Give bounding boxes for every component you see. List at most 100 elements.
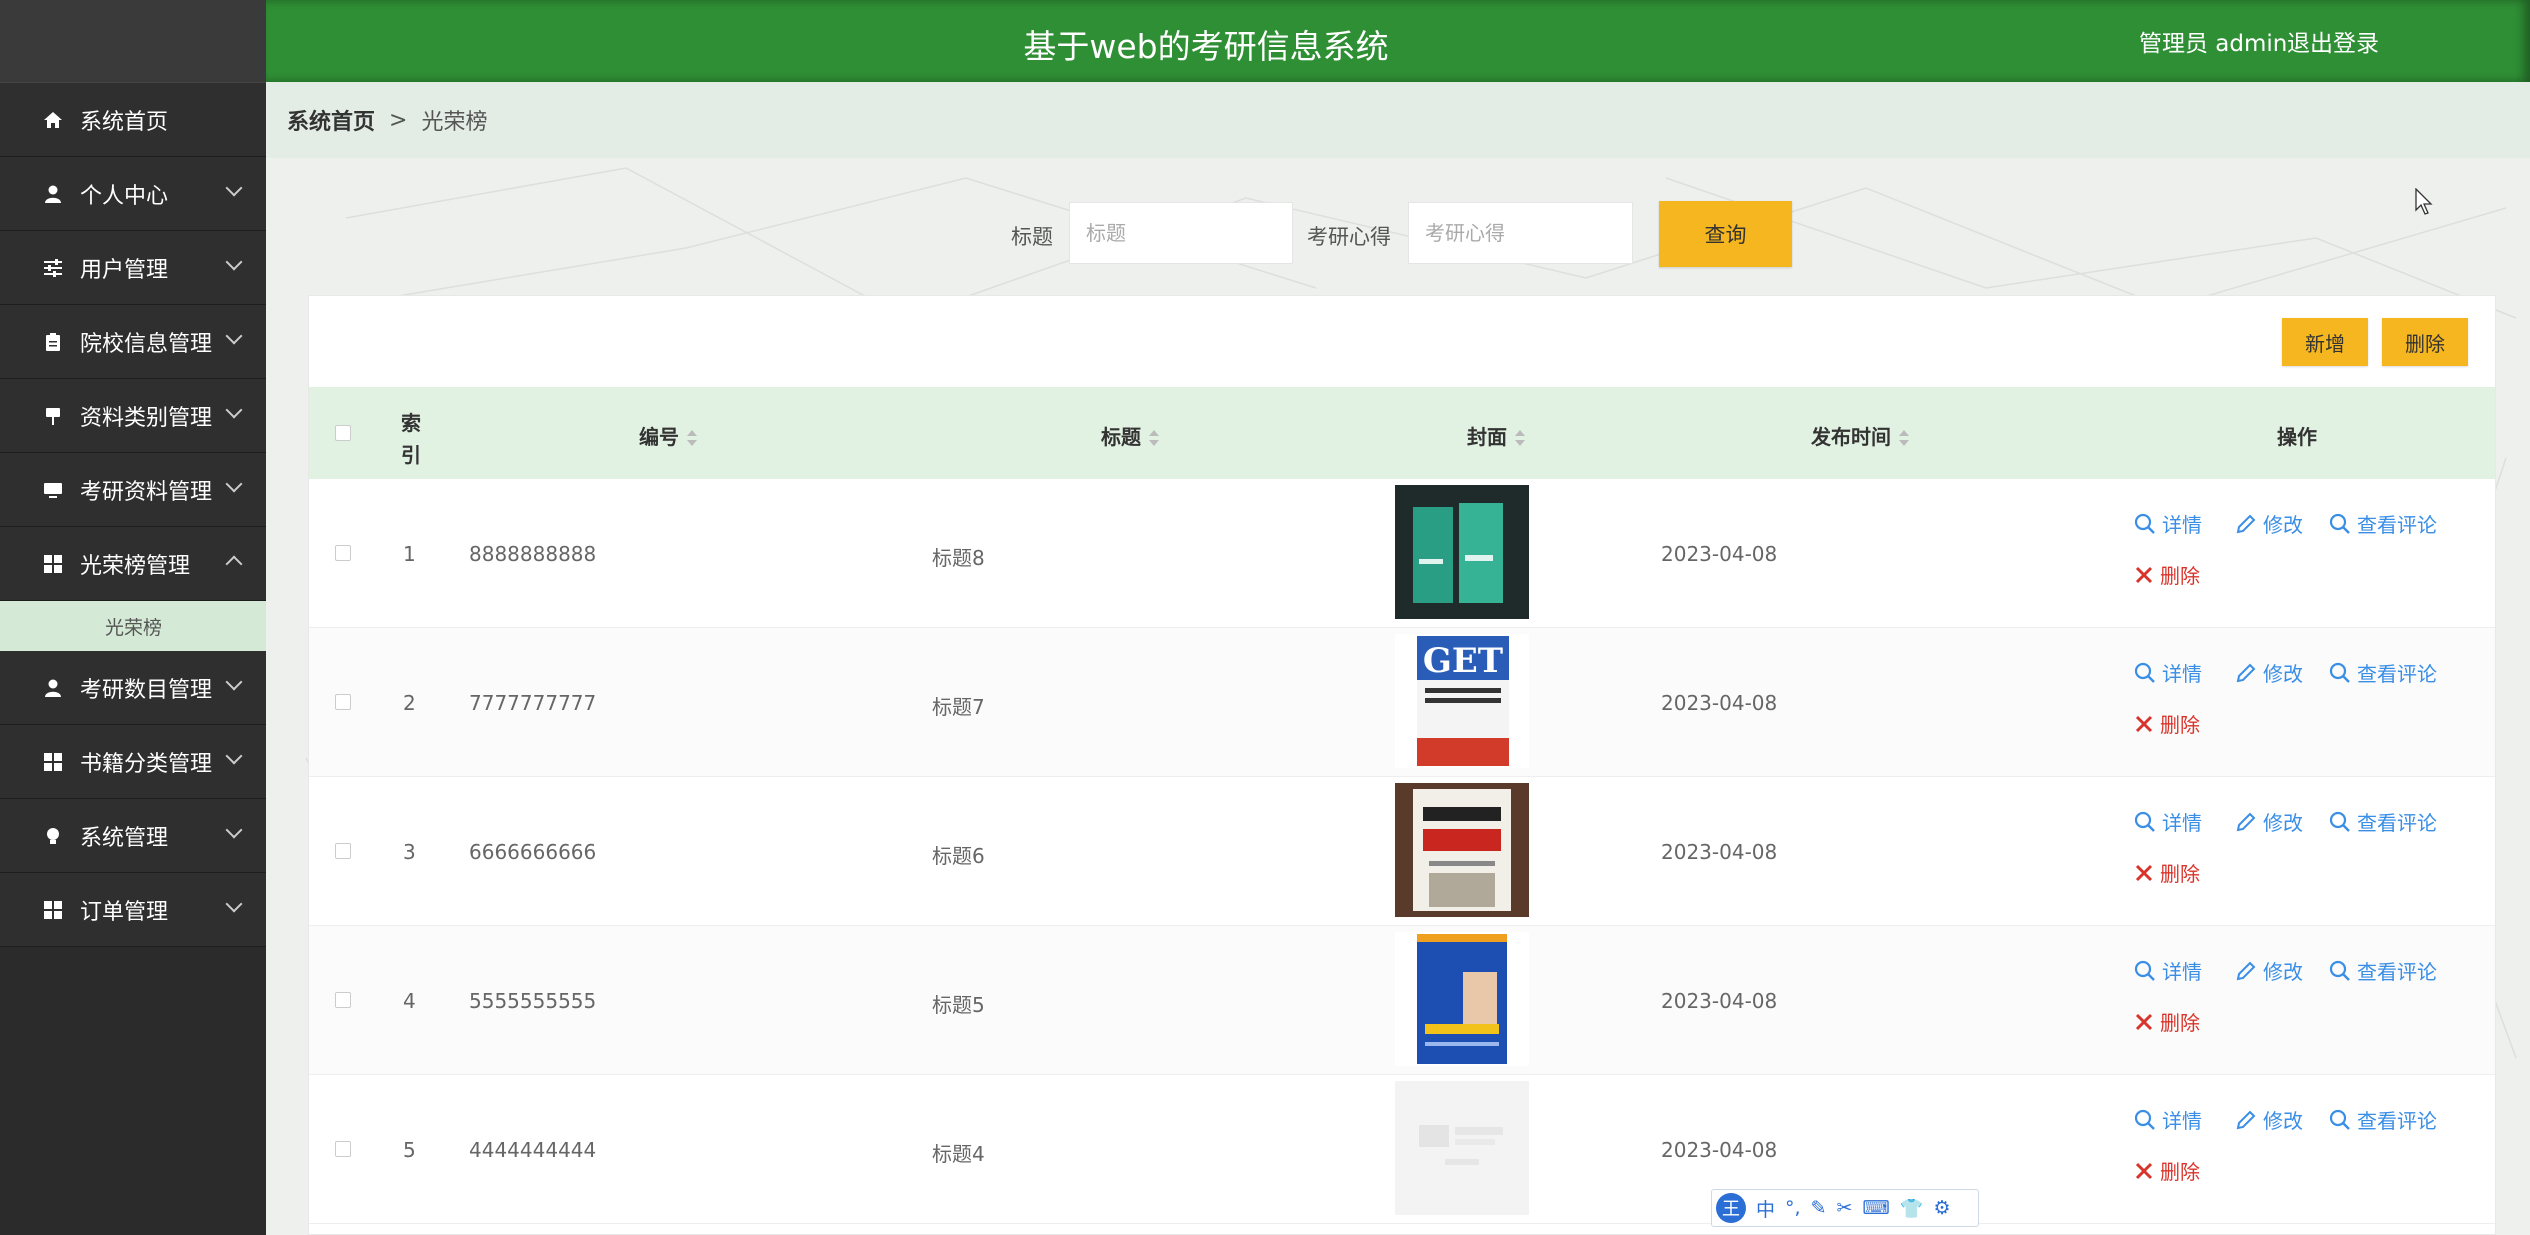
sidebar-item-honor-roll-management[interactable]: 光荣榜管理: [0, 527, 266, 601]
ime-item[interactable]: ✎: [1811, 1197, 1827, 1219]
view-comments-link[interactable]: 查看评论: [2329, 509, 2437, 538]
breadcrumb-separator: >: [389, 107, 408, 133]
search-icon: [2329, 1109, 2351, 1131]
view-comments-link[interactable]: 查看评论: [2329, 807, 2437, 836]
column-date[interactable]: 发布时间: [1811, 421, 1909, 450]
edit-link[interactable]: 修改: [2235, 509, 2303, 538]
search-icon: [2134, 662, 2156, 684]
view-comments-label: 查看评论: [2357, 513, 2437, 537]
sidebar-item-label: 考研数目管理: [80, 677, 213, 703]
ime-item[interactable]: 👕: [1900, 1197, 1924, 1220]
view-comments-link[interactable]: 查看评论: [2329, 1105, 2437, 1134]
detail-label: 详情: [2162, 811, 2202, 835]
ime-logo-icon[interactable]: 王: [1716, 1193, 1746, 1223]
ime-item[interactable]: ⚙: [1934, 1197, 1951, 1219]
edit-link[interactable]: 修改: [2235, 956, 2303, 985]
sort-icon[interactable]: [687, 429, 697, 448]
row-checkbox[interactable]: [335, 1141, 351, 1157]
column-title[interactable]: 标题: [1101, 421, 1159, 450]
row-title: 标题8: [932, 546, 985, 570]
add-button[interactable]: 新增: [2282, 318, 2368, 366]
home-icon: [42, 109, 64, 131]
user-icon: [42, 183, 64, 205]
detail-link[interactable]: 详情: [2134, 658, 2202, 687]
delete-link[interactable]: 删除: [2134, 1007, 2200, 1036]
edit-label: 修改: [2263, 1109, 2303, 1133]
row-checkbox[interactable]: [335, 992, 351, 1008]
detail-link[interactable]: 详情: [2134, 1105, 2202, 1134]
sidebar-item-material-category[interactable]: 资料类别管理: [0, 379, 266, 453]
row-date: 2023-04-08: [1661, 989, 1778, 1013]
current-user: 管理员 admin: [2139, 31, 2288, 57]
sidebar-item-book-count[interactable]: 考研数目管理: [0, 651, 266, 725]
sidebar-item-order-management[interactable]: 订单管理: [0, 873, 266, 947]
pencil-icon: [2235, 513, 2257, 535]
delete-link[interactable]: 删除: [2134, 709, 2200, 738]
table-row: 4 5555555555 标题5 2023-04-08 详情 修改 查看评论 删…: [309, 926, 2495, 1075]
edit-link[interactable]: 修改: [2235, 1105, 2303, 1134]
placeholder-cover[interactable]: [1395, 1081, 1529, 1215]
xinde-search-input[interactable]: [1408, 202, 1633, 264]
sidebar-item-personal-center[interactable]: 个人中心: [0, 157, 266, 231]
delete-link[interactable]: 删除: [2134, 1156, 2200, 1185]
detail-link[interactable]: 详情: [2134, 956, 2202, 985]
detail-link[interactable]: 详情: [2134, 509, 2202, 538]
view-comments-label: 查看评论: [2357, 811, 2437, 835]
delete-link[interactable]: 删除: [2134, 858, 2200, 887]
delete-link[interactable]: 删除: [2134, 560, 2200, 589]
logout-link[interactable]: 退出登录: [2287, 24, 2379, 58]
english-book-cover[interactable]: [1395, 783, 1529, 917]
row-checkbox[interactable]: [335, 545, 351, 561]
table-row: 3 6666666666 标题6 2023-04-08 详情 修改 查看评论 删…: [309, 777, 2495, 926]
title-search-input[interactable]: [1069, 202, 1293, 264]
blue-book-cover[interactable]: [1395, 932, 1529, 1066]
sidebar-item-label: 书籍分类管理: [80, 751, 213, 777]
ime-item[interactable]: °,: [1785, 1197, 1801, 1219]
batch-delete-button[interactable]: 删除: [2382, 318, 2468, 366]
row-number: 4444444444: [469, 1138, 597, 1162]
sidebar-item-system-management[interactable]: 系统管理: [0, 799, 266, 873]
breadcrumb-current: 光荣榜: [421, 110, 488, 135]
ime-toolbar[interactable]: 王 中 °, ✎ ✂ ⌨ 👕 ⚙: [1711, 1189, 1979, 1227]
get-book-cover[interactable]: GET: [1395, 634, 1529, 768]
column-ops: 操作: [2277, 425, 2317, 449]
column-cover[interactable]: 封面: [1467, 421, 1525, 450]
view-comments-link[interactable]: 查看评论: [2329, 658, 2437, 687]
sort-icon[interactable]: [1899, 429, 1909, 448]
chevron-down-icon: [225, 747, 243, 765]
green-book-cover[interactable]: [1395, 485, 1529, 619]
view-comments-link[interactable]: 查看评论: [2329, 956, 2437, 985]
breadcrumb-home[interactable]: 系统首页: [287, 104, 375, 136]
detail-label: 详情: [2162, 662, 2202, 686]
svg-text:GET: GET: [1423, 641, 1503, 681]
sidebar-item-material-management[interactable]: 考研资料管理: [0, 453, 266, 527]
row-checkbox[interactable]: [335, 843, 351, 859]
row-checkbox[interactable]: [335, 694, 351, 710]
ime-item[interactable]: ⌨: [1862, 1197, 1889, 1219]
row-title: 标题7: [932, 695, 985, 719]
sidebar-item-label: 院校信息管理: [80, 331, 213, 357]
sidebar-item-user-management[interactable]: 用户管理: [0, 231, 266, 305]
edit-link[interactable]: 修改: [2235, 658, 2303, 687]
pencil-icon: [2235, 960, 2257, 982]
row-index: 1: [403, 542, 416, 566]
sort-icon[interactable]: [1149, 429, 1159, 448]
search-icon: [2329, 662, 2351, 684]
ime-item[interactable]: 中: [1756, 1195, 1775, 1222]
sidebar-item-home[interactable]: 系统首页: [0, 83, 266, 157]
close-icon: [2134, 565, 2154, 585]
breadcrumb: 系统首页 > 光荣榜: [266, 82, 2530, 158]
sort-icon[interactable]: [1515, 429, 1525, 448]
sidebar-item-book-category[interactable]: 书籍分类管理: [0, 725, 266, 799]
edit-link[interactable]: 修改: [2235, 807, 2303, 836]
select-all-checkbox[interactable]: [335, 425, 351, 441]
data-panel: 新增 删除 索引 编号 标题 封面 发布时间 操作 1 8888888888 标…: [308, 295, 2496, 1235]
ime-item[interactable]: ✂: [1836, 1197, 1852, 1219]
detail-link[interactable]: 详情: [2134, 807, 2202, 836]
chevron-down-icon: [225, 895, 243, 913]
column-number[interactable]: 编号: [639, 421, 697, 450]
query-button[interactable]: 查询: [1659, 201, 1792, 267]
sidebar-subitem-honor-roll[interactable]: 光荣榜: [0, 601, 266, 651]
sidebar-item-school-info[interactable]: 院校信息管理: [0, 305, 266, 379]
sign-icon: [42, 405, 64, 427]
